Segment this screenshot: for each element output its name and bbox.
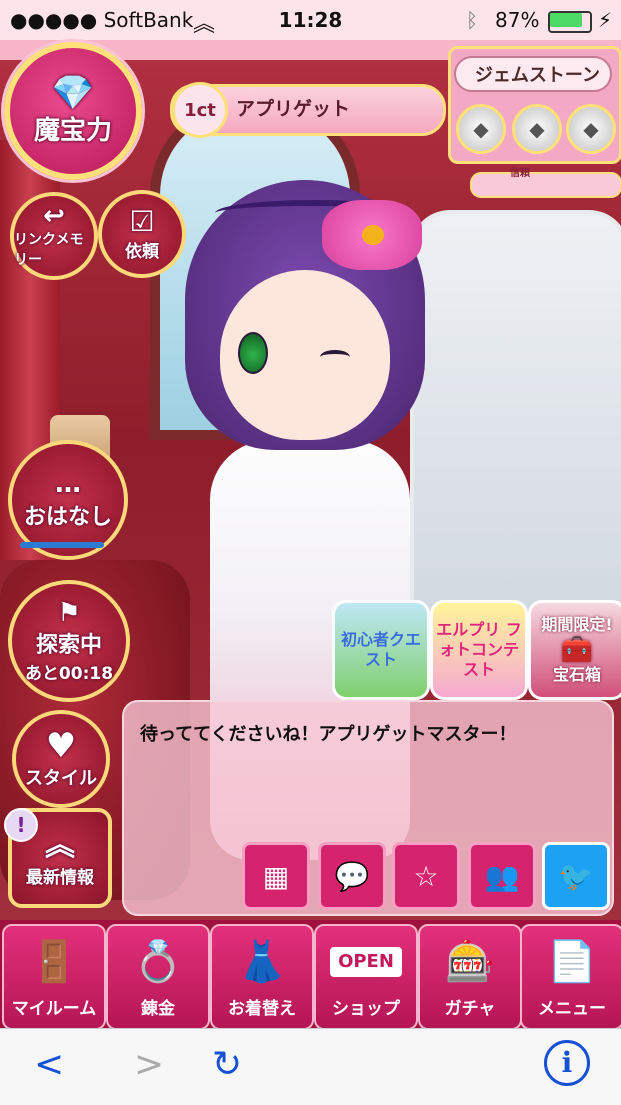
jewelbox-label: 宝石箱 (552, 665, 601, 684)
return-arrow-icon: ↩ (43, 201, 65, 231)
nav-alchemy[interactable]: 💍 錬金 (106, 924, 210, 1030)
back-button[interactable]: < (34, 1040, 64, 1090)
forward-button[interactable]: > (134, 1040, 164, 1090)
nav-dress-up-label: お着替え (228, 999, 296, 1019)
info-button[interactable]: i (544, 1040, 590, 1086)
magic-power-button[interactable]: 💎 魔宝力 (4, 42, 142, 180)
dress-icon: 👗 (237, 939, 287, 985)
shop-sign: OPEN (330, 947, 402, 977)
speech-bubble-icon: … (55, 469, 81, 499)
nav-menu-label: メニュー (538, 999, 606, 1019)
gem-slot-icon[interactable]: ◆ (566, 104, 616, 154)
talk-label: おはなし (23, 505, 112, 530)
chevron-up-icon: ︽ (45, 827, 75, 863)
style-button[interactable]: ♥ スタイル (12, 710, 110, 808)
nav-shop[interactable]: OPEN ショップ (314, 924, 418, 1030)
calendar-button[interactable]: ▦ (242, 842, 310, 910)
checkbox-icon: ☑ (129, 204, 155, 238)
nav-my-room[interactable]: 🚪 マイルーム (2, 924, 106, 1030)
speech-text: 待っててくださいね！アプリゲットマスター！ (140, 724, 517, 745)
treasure-chest-icon: 🧰 (560, 635, 594, 665)
request-button[interactable]: ☑ 依頼 (98, 190, 186, 278)
bookmark-star-icon: ☆ (413, 859, 439, 893)
cabinet (410, 210, 621, 658)
battery-percent: 87% (495, 8, 540, 32)
heart-icon: ♥ (45, 726, 77, 766)
document-icon: 📄 (547, 939, 597, 985)
apprigate-label: アプリゲット (236, 98, 351, 120)
gem-slot-icon[interactable]: ◆ (512, 104, 562, 154)
nav-menu[interactable]: 📄 メニュー (520, 924, 621, 1030)
twitter-icon: 🐦 (558, 859, 594, 893)
trust-label: 信頼 (510, 168, 530, 179)
photo-contest-label: エルプリ フォトコンテスト (436, 620, 522, 679)
diamond-icon: 💎 (51, 72, 95, 113)
limited-label: 期間限定! (541, 615, 613, 634)
explore-label: 探索中 (35, 632, 102, 658)
heart-charm-icon (362, 225, 384, 245)
friends-icon: 👥 (484, 859, 520, 893)
photo-contest-banner[interactable]: エルプリ フォトコンテスト (430, 600, 528, 700)
explore-button[interactable]: ⚑ 探索中 あと00:18 (8, 580, 130, 702)
open-sign-icon: OPEN (316, 926, 416, 998)
link-memory-label: リンクメモリー (14, 232, 84, 268)
gemstone-title: ジェムストーン (454, 56, 612, 92)
beginner-quest-banner[interactable]: 初心者クエスト (332, 600, 430, 700)
nav-my-room-label: マイルーム (11, 999, 97, 1019)
bookmark-button[interactable]: ☆ (392, 842, 460, 910)
style-label: スタイル (25, 768, 97, 789)
news-label: 最新情報 (26, 867, 94, 888)
explore-timer: あと00:18 (24, 663, 114, 684)
nav-gacha[interactable]: 🎰 ガチャ (418, 924, 522, 1030)
door-icon: 🚪 (29, 939, 79, 985)
gacha-machine-icon: 🎰 (445, 939, 495, 985)
carat-badge: 1ct (172, 82, 228, 138)
ring-icon: 💍 (133, 939, 183, 985)
character-eye (238, 332, 268, 374)
beginner-quest-label: 初心者クエスト (340, 630, 421, 669)
explore-icon: ⚑ (57, 597, 81, 628)
nav-alchemy-label: 錬金 (141, 999, 175, 1019)
battery-level (550, 13, 582, 27)
gem-slot-icon[interactable]: ◆ (456, 104, 506, 154)
chat-button[interactable]: 💬 (318, 842, 386, 910)
character-wink (320, 350, 350, 364)
nav-gacha-label: ガチャ (444, 999, 496, 1019)
gemstone-label: ジェムストーン (474, 65, 600, 86)
bluetooth-icon: ᛒ (466, 8, 478, 32)
nav-shop-label: ショップ (332, 999, 400, 1019)
chat-icon: 💬 (334, 859, 370, 893)
magic-power-label: 魔宝力 (33, 115, 112, 146)
trust-meter (470, 172, 621, 198)
friends-button[interactable]: 👥 (468, 842, 536, 910)
request-label: 依頼 (125, 241, 159, 262)
status-bar: ●●●●● SoftBank ︽ 11:28 ᛒ 87% ⚡ (0, 0, 621, 40)
browser-toolbar (0, 1028, 621, 1105)
news-alert-badge: ! (4, 808, 38, 842)
limited-jewelbox-banner[interactable]: 期間限定! 🧰 宝石箱 (528, 600, 621, 700)
calendar-icon: ▦ (262, 859, 290, 893)
link-memory-button[interactable]: ↩ リンクメモリー (10, 192, 98, 280)
charging-icon: ⚡ (598, 8, 613, 32)
talk-gauge (20, 542, 104, 548)
twitter-button[interactable]: 🐦 (542, 842, 610, 910)
reload-button[interactable]: ↻ (212, 1040, 242, 1090)
nav-dress-up[interactable]: 👗 お着替え (210, 924, 314, 1030)
